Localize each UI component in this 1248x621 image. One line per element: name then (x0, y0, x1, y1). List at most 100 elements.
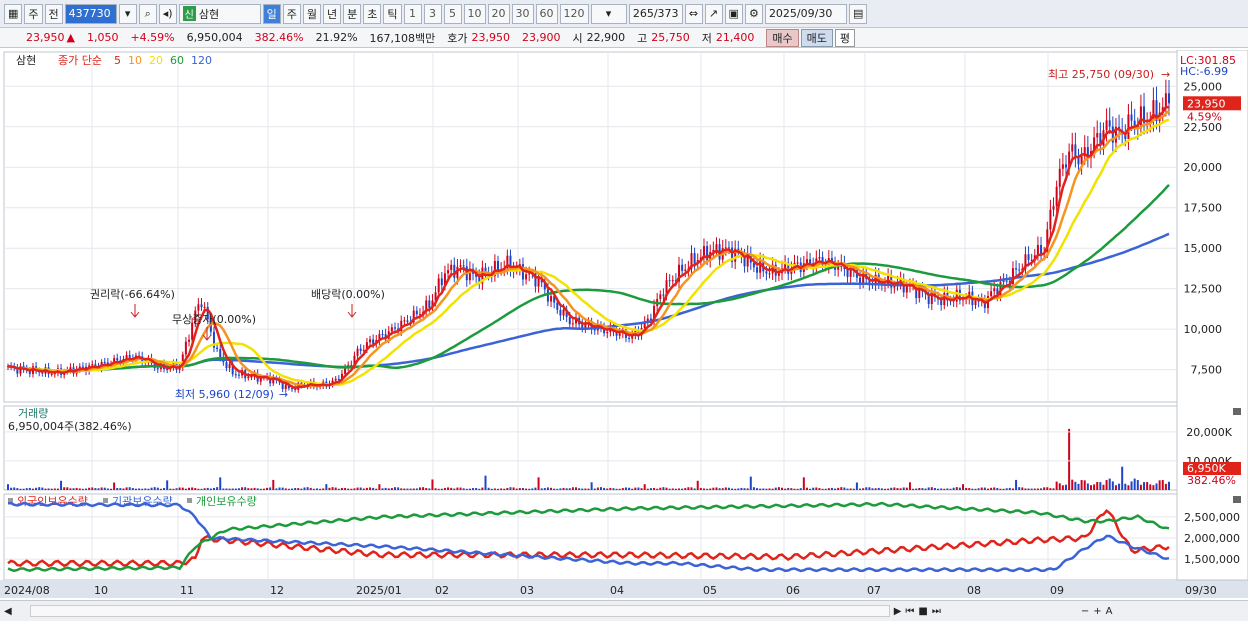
candle-body (1077, 157, 1080, 165)
volume-bar (387, 488, 390, 490)
candle-body (228, 364, 231, 369)
candle-body (1108, 120, 1111, 127)
date-input[interactable]: 2025/09/30 (764, 3, 847, 24)
volume-bar (188, 487, 191, 490)
calendar-icon[interactable]: ▤ (848, 3, 868, 24)
zoom-out-button[interactable]: − (1081, 606, 1089, 617)
stock-chart[interactable]: 2024/08 10 11 12 2025/01 02 03 04 05 06 07 08 09 09/3… (0, 50, 1248, 600)
volume-bar (659, 487, 662, 490)
avg-button[interactable]: 평 (834, 28, 856, 47)
volume-bar (47, 488, 50, 490)
interval-30[interactable]: 30 (511, 3, 534, 24)
period-minute-tab[interactable]: 분 (343, 3, 362, 24)
candle-body (415, 310, 418, 315)
interval-select[interactable]: ▾ (590, 3, 627, 24)
period-day-tab[interactable]: 일 (262, 3, 281, 24)
volume-bar (615, 488, 618, 490)
code-input[interactable]: 437730 (64, 3, 117, 24)
candle-body (859, 277, 862, 283)
scroll-left-icon[interactable]: ◀ (4, 606, 12, 617)
period-year-tab[interactable]: 년 (323, 3, 342, 24)
zoom-in-button[interactable]: + (1093, 606, 1101, 617)
volume-bar (553, 488, 556, 490)
gear-icon[interactable]: ⚙ (744, 3, 763, 24)
volume-bar (684, 488, 687, 490)
candle-body (103, 362, 106, 364)
interval-120[interactable]: 120 (559, 3, 589, 24)
volume-bar (1149, 484, 1152, 490)
interval-1[interactable]: 1 (403, 3, 422, 24)
volume-bar (415, 488, 418, 490)
volume-bar (397, 487, 400, 490)
volume-bar (1127, 485, 1130, 490)
interval-5[interactable]: 5 (443, 3, 462, 24)
market-select[interactable]: 주 (24, 3, 43, 24)
volume-bar (887, 488, 890, 490)
volume-bar (425, 488, 428, 490)
volume-bar (952, 487, 955, 490)
x-tick-label: 2025/01 (356, 584, 402, 597)
volume-bar (668, 488, 671, 490)
stop-button[interactable]: ■ (918, 606, 927, 617)
speaker-icon[interactable]: ◂) (158, 3, 177, 24)
volume-bar (590, 482, 593, 490)
legend-ma5: 5 (114, 54, 121, 67)
layout-icon[interactable]: ▦ (4, 3, 23, 24)
volume-bar (394, 487, 396, 490)
candle-body (993, 288, 996, 292)
period-week-tab[interactable]: 주 (282, 3, 301, 24)
chart-scrollbar[interactable]: ◀ ▶ ⏮ ■ ⏭ − + A (0, 600, 1248, 621)
holdings-tick: 1,500,000 (1184, 553, 1240, 566)
volume-bar (231, 488, 234, 490)
count-input[interactable]: 265 /373 (628, 3, 683, 24)
interval-20[interactable]: 20 (487, 3, 510, 24)
period-tick-tab[interactable]: 틱 (383, 3, 402, 24)
candle-body (225, 362, 228, 369)
candle-body (462, 265, 465, 267)
draw-icon[interactable]: ↗ (704, 3, 723, 24)
interval-60[interactable]: 60 (535, 3, 558, 24)
search-icon[interactable]: ⌕ (138, 3, 157, 24)
volume-bar (178, 487, 181, 490)
volume-bar (294, 487, 297, 490)
interval-3[interactable]: 3 (423, 3, 442, 24)
period-second-tab[interactable]: 초 (363, 3, 382, 24)
candle-body (777, 273, 780, 276)
volume-bar (777, 487, 780, 490)
dropdown-icon[interactable]: ▾ (118, 3, 137, 24)
candle-body (606, 332, 609, 334)
candle-body (453, 264, 456, 278)
sell-button[interactable]: 매도 (800, 28, 833, 47)
period-month-tab[interactable]: 월 (302, 3, 322, 24)
volume-bar (287, 488, 290, 490)
x-tick-label: 08 (967, 584, 981, 597)
first-button[interactable]: ⏮ (905, 606, 914, 617)
last-button[interactable]: ⏭ (932, 606, 941, 617)
volume-bar (1049, 488, 1052, 490)
low-label: 저 (701, 31, 712, 45)
buy-button[interactable]: 매수 (766, 28, 799, 47)
volume-bar (843, 487, 846, 490)
stock-name-field[interactable]: 신 삼현 (178, 3, 261, 24)
volume-bar (890, 487, 893, 490)
volume-bar (72, 488, 75, 490)
volume-bar (1155, 483, 1158, 490)
candle-body (846, 269, 849, 277)
play-button[interactable]: ▶ (894, 606, 902, 617)
y-tick-label: 17,500 (1184, 202, 1223, 215)
volume-bar (400, 488, 403, 490)
volume-bar (1118, 483, 1121, 490)
fit-icon[interactable]: ⇔ (684, 3, 703, 24)
candle-body (1055, 186, 1058, 207)
prev-button[interactable]: 전 (44, 3, 63, 24)
volume-bar (409, 488, 412, 490)
volume-bar (1111, 481, 1114, 490)
scroll-track[interactable] (29, 605, 890, 617)
volume-bar (141, 488, 144, 490)
volume-bar (50, 488, 53, 490)
candle-body (818, 257, 821, 259)
auto-button[interactable]: A (1106, 606, 1113, 617)
save-icon[interactable]: ▣ (724, 3, 743, 24)
volume-bar (927, 487, 930, 490)
interval-10[interactable]: 10 (463, 3, 486, 24)
